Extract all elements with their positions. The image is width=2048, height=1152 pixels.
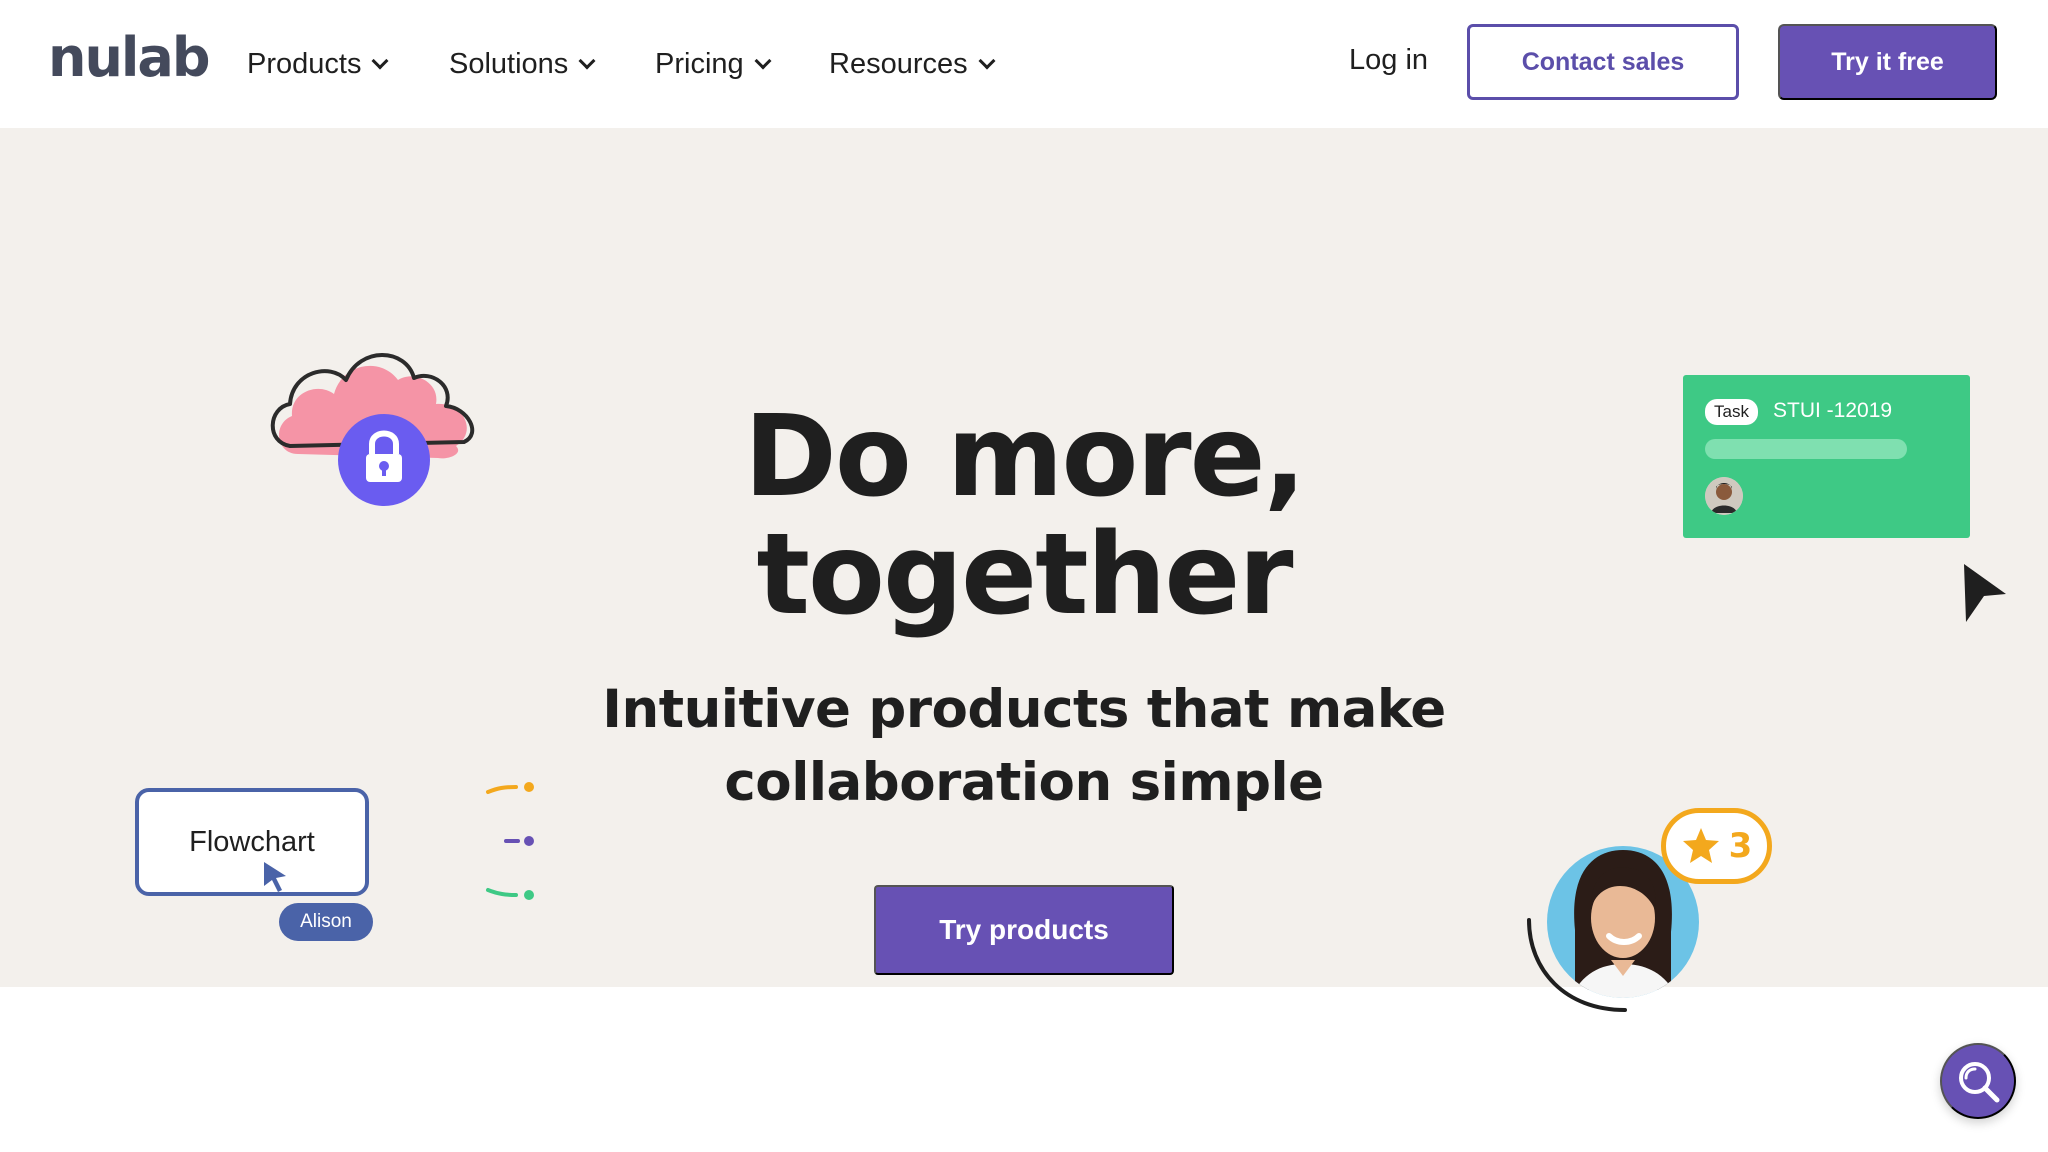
- hero-subheading: Intuitive products that make collaborati…: [574, 673, 1474, 819]
- menu-solutions-label: Solutions: [449, 47, 569, 80]
- flowchart-label: Flowchart: [189, 825, 315, 858]
- try-products-button[interactable]: Try products: [874, 885, 1174, 975]
- logo-wordmark: nulab: [48, 26, 210, 89]
- subhead-line-2: collaboration simple: [724, 752, 1324, 813]
- task-card-illustration: Task STUI -12019: [1683, 375, 1970, 538]
- menu-solutions[interactable]: Solutions: [449, 40, 655, 88]
- chevron-down-icon: [978, 52, 996, 69]
- menu-resources-label: Resources: [829, 47, 968, 80]
- menu-resources[interactable]: Resources: [829, 40, 1029, 88]
- star-count-badge: 3: [1661, 808, 1772, 884]
- star-count: 3: [1728, 826, 1753, 866]
- cursor-arrow-icon: [264, 862, 286, 892]
- contact-sales-button[interactable]: Contact sales: [1467, 24, 1739, 100]
- menu-pricing[interactable]: Pricing: [655, 40, 829, 88]
- login-link[interactable]: Log in: [1349, 44, 1428, 77]
- star-icon: [1682, 828, 1719, 863]
- menu-products-label: Products: [247, 47, 362, 80]
- task-badge: Task: [1705, 399, 1758, 425]
- user-tag: Alison: [279, 903, 373, 941]
- menu-products[interactable]: Products: [247, 40, 449, 88]
- avatar: [1705, 477, 1743, 515]
- task-id: STUI -12019: [1773, 399, 1893, 422]
- chevron-down-icon: [578, 52, 596, 69]
- headline-line-2: together: [756, 510, 1293, 640]
- nulab-logo[interactable]: nulab: [48, 30, 210, 86]
- hero-section: Do more, together Intuitive products tha…: [0, 128, 2048, 1012]
- hero-headline: Do more, together: [624, 398, 1424, 634]
- try-it-free-button[interactable]: Try it free: [1778, 24, 1997, 100]
- top-navigation: nulab Products Solutions Pricing Resourc…: [0, 0, 2048, 128]
- main-menu: Products Solutions Pricing Resources: [247, 40, 1029, 88]
- connector-dashes-icon: [486, 782, 534, 900]
- chevron-down-icon: [754, 52, 772, 69]
- search-fab-button[interactable]: [1940, 1043, 2016, 1119]
- flowchart-node: Flowchart: [135, 788, 369, 896]
- headline-line-1: Do more,: [743, 392, 1306, 522]
- subhead-line-1: Intuitive products that make: [602, 679, 1446, 740]
- menu-pricing-label: Pricing: [655, 47, 744, 80]
- cloud-icon: [270, 353, 475, 506]
- task-progress-bar: [1705, 439, 1907, 459]
- cursor-arrow-icon: [1964, 564, 2006, 622]
- chevron-down-icon: [371, 52, 389, 69]
- search-icon: [1959, 1062, 2000, 1103]
